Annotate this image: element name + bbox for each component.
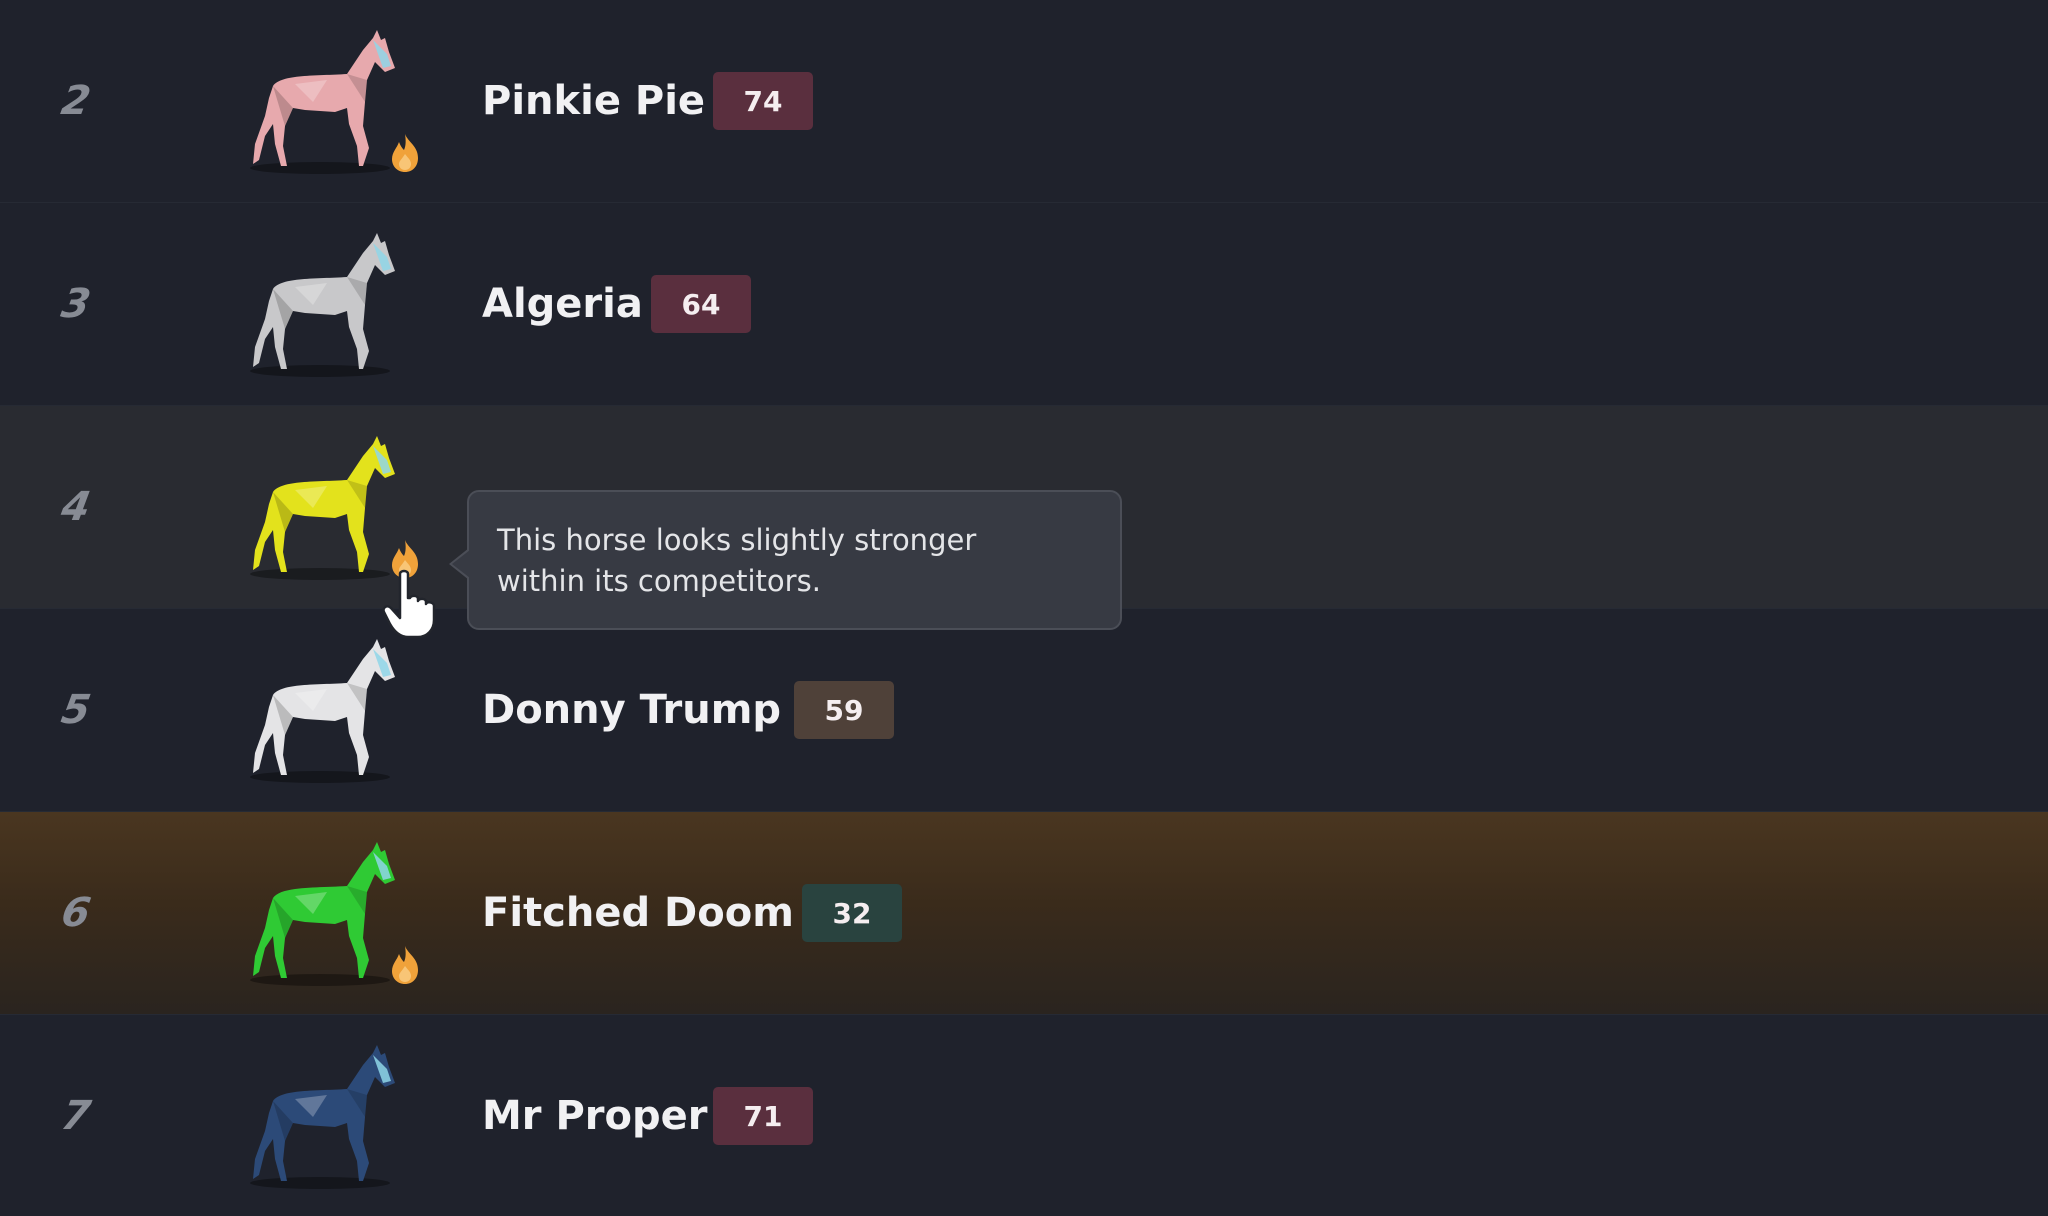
tooltip-text-line-1: This horse looks slightly stronger	[497, 523, 977, 557]
horse-icon	[235, 1043, 410, 1193]
table-row[interactable]: 5 Donny Trump 59	[0, 609, 2048, 812]
rating-badge: 64	[651, 275, 751, 333]
horse-icon	[235, 840, 410, 990]
rank-number: 3	[57, 281, 94, 327]
fire-icon[interactable]	[388, 944, 422, 986]
horse-icon	[235, 28, 410, 178]
rank-number: 6	[57, 890, 94, 936]
horse-icon	[235, 637, 410, 787]
rating-badge: 59	[794, 681, 894, 739]
rank-number: 2	[57, 78, 94, 124]
horse-name[interactable]: Mr Proper	[482, 1093, 707, 1139]
rating-badge: 71	[713, 1087, 813, 1145]
table-row[interactable]: 6 Fitched Doom 32	[0, 812, 2048, 1015]
hand-pointer-icon	[378, 568, 440, 640]
table-row[interactable]: 2 Pinkie Pie 74	[0, 0, 2048, 203]
table-row[interactable]: 3 Algeria 64	[0, 203, 2048, 406]
rank-number: 5	[57, 687, 94, 733]
rank-number: 7	[57, 1093, 94, 1139]
rating-badge: 74	[713, 72, 813, 130]
table-row[interactable]: 7 Mr Proper 71	[0, 1015, 2048, 1216]
rank-number: 4	[57, 484, 94, 530]
horse-name[interactable]: Algeria	[482, 281, 643, 327]
fire-icon[interactable]	[388, 132, 422, 174]
horse-icon	[235, 434, 410, 584]
strength-tooltip: This horse looks slightly stronger withi…	[449, 490, 1122, 630]
horse-name[interactable]: Donny Trump	[482, 687, 781, 733]
tooltip-text-line-2: within its competitors.	[497, 564, 821, 598]
horse-icon	[235, 231, 410, 381]
rating-badge: 32	[802, 884, 902, 942]
horse-name[interactable]: Fitched Doom	[482, 890, 794, 936]
tooltip-arrow-fill	[452, 550, 470, 578]
horse-name[interactable]: Pinkie Pie	[482, 78, 705, 124]
horse-ranking-list: 2 Pinkie Pie 74 3 Algeria 64 4 5 Donny T…	[0, 0, 2048, 1216]
